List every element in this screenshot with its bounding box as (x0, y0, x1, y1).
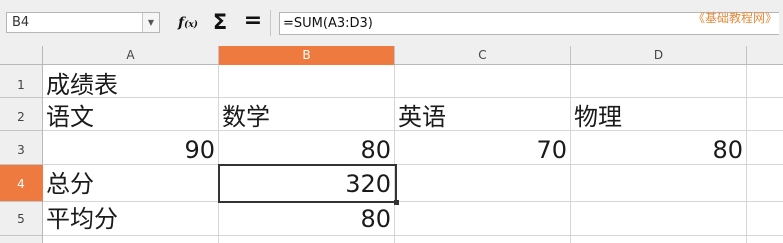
cell-e5[interactable] (747, 202, 783, 236)
row-header-2[interactable]: 2 (0, 98, 43, 131)
cell-a2[interactable]: 语文 (43, 98, 219, 131)
cell-b5[interactable]: 80 (219, 202, 395, 236)
column-header-a[interactable]: A (43, 46, 219, 65)
column-header-c[interactable]: C (395, 46, 571, 65)
cell-c5[interactable] (395, 202, 571, 236)
formula-bar: B4 ▼ f(x) Σ = =SUM(A3:D3) 《基础教程网》 (0, 0, 783, 46)
chevron-down-icon[interactable]: ▼ (142, 13, 159, 32)
row-header-3[interactable]: 3 (0, 131, 43, 165)
row-header-1[interactable]: 1 (0, 65, 43, 98)
cell-d2[interactable]: 物理 (571, 98, 747, 131)
select-all-corner[interactable] (0, 46, 43, 65)
cell-d3[interactable]: 80 (571, 131, 747, 165)
name-box-value: B4 (12, 15, 30, 30)
cell-c4[interactable] (395, 165, 571, 202)
cell-e3[interactable] (747, 131, 783, 165)
spreadsheet-grid: A B C D 1 2 3 4 5 成绩表 语文 数学 英语 物理 90 80 … (0, 46, 783, 243)
fill-handle[interactable] (394, 200, 399, 205)
watermark: 《基础教程网》 (692, 11, 777, 25)
cell-a4[interactable]: 总分 (43, 165, 219, 202)
toolbar-divider (270, 10, 271, 36)
column-header-d[interactable]: D (571, 46, 747, 65)
cell-d1[interactable] (571, 65, 747, 98)
cell-a1[interactable]: 成绩表 (43, 65, 219, 99)
cell-b4[interactable]: 320 (219, 165, 395, 202)
column-header-b[interactable]: B (219, 46, 395, 65)
cell-d6[interactable] (571, 236, 747, 243)
name-box[interactable]: B4 ▼ (6, 12, 160, 33)
cell-b2[interactable]: 数学 (219, 98, 395, 131)
formula-text: =SUM(A3:D3) (283, 16, 373, 31)
cell-d4[interactable] (571, 165, 747, 202)
row-header-6[interactable] (0, 236, 43, 243)
cell-e4[interactable] (747, 165, 783, 202)
sigma-icon[interactable]: Σ (208, 8, 232, 36)
row-header-5[interactable]: 5 (0, 202, 43, 236)
cell-c1[interactable] (395, 65, 571, 98)
cell-c3[interactable]: 70 (395, 131, 571, 165)
equals-icon[interactable]: = (240, 8, 266, 36)
row-header-4[interactable]: 4 (0, 165, 43, 202)
cell-d5[interactable] (571, 202, 747, 236)
cell-a3[interactable]: 90 (43, 131, 219, 165)
cell-b3[interactable]: 80 (219, 131, 395, 165)
cell-a5[interactable]: 平均分 (43, 202, 219, 236)
cell-c2[interactable]: 英语 (395, 98, 571, 131)
cell-e1[interactable] (747, 65, 783, 98)
cell-b1[interactable] (219, 65, 395, 98)
cell-e2[interactable] (747, 98, 783, 131)
cell-b6[interactable] (219, 236, 395, 243)
cell-c6[interactable] (395, 236, 571, 243)
cell-a6[interactable] (43, 236, 219, 243)
column-header-e[interactable] (747, 46, 783, 65)
fx-icon[interactable]: f(x) (176, 12, 200, 34)
